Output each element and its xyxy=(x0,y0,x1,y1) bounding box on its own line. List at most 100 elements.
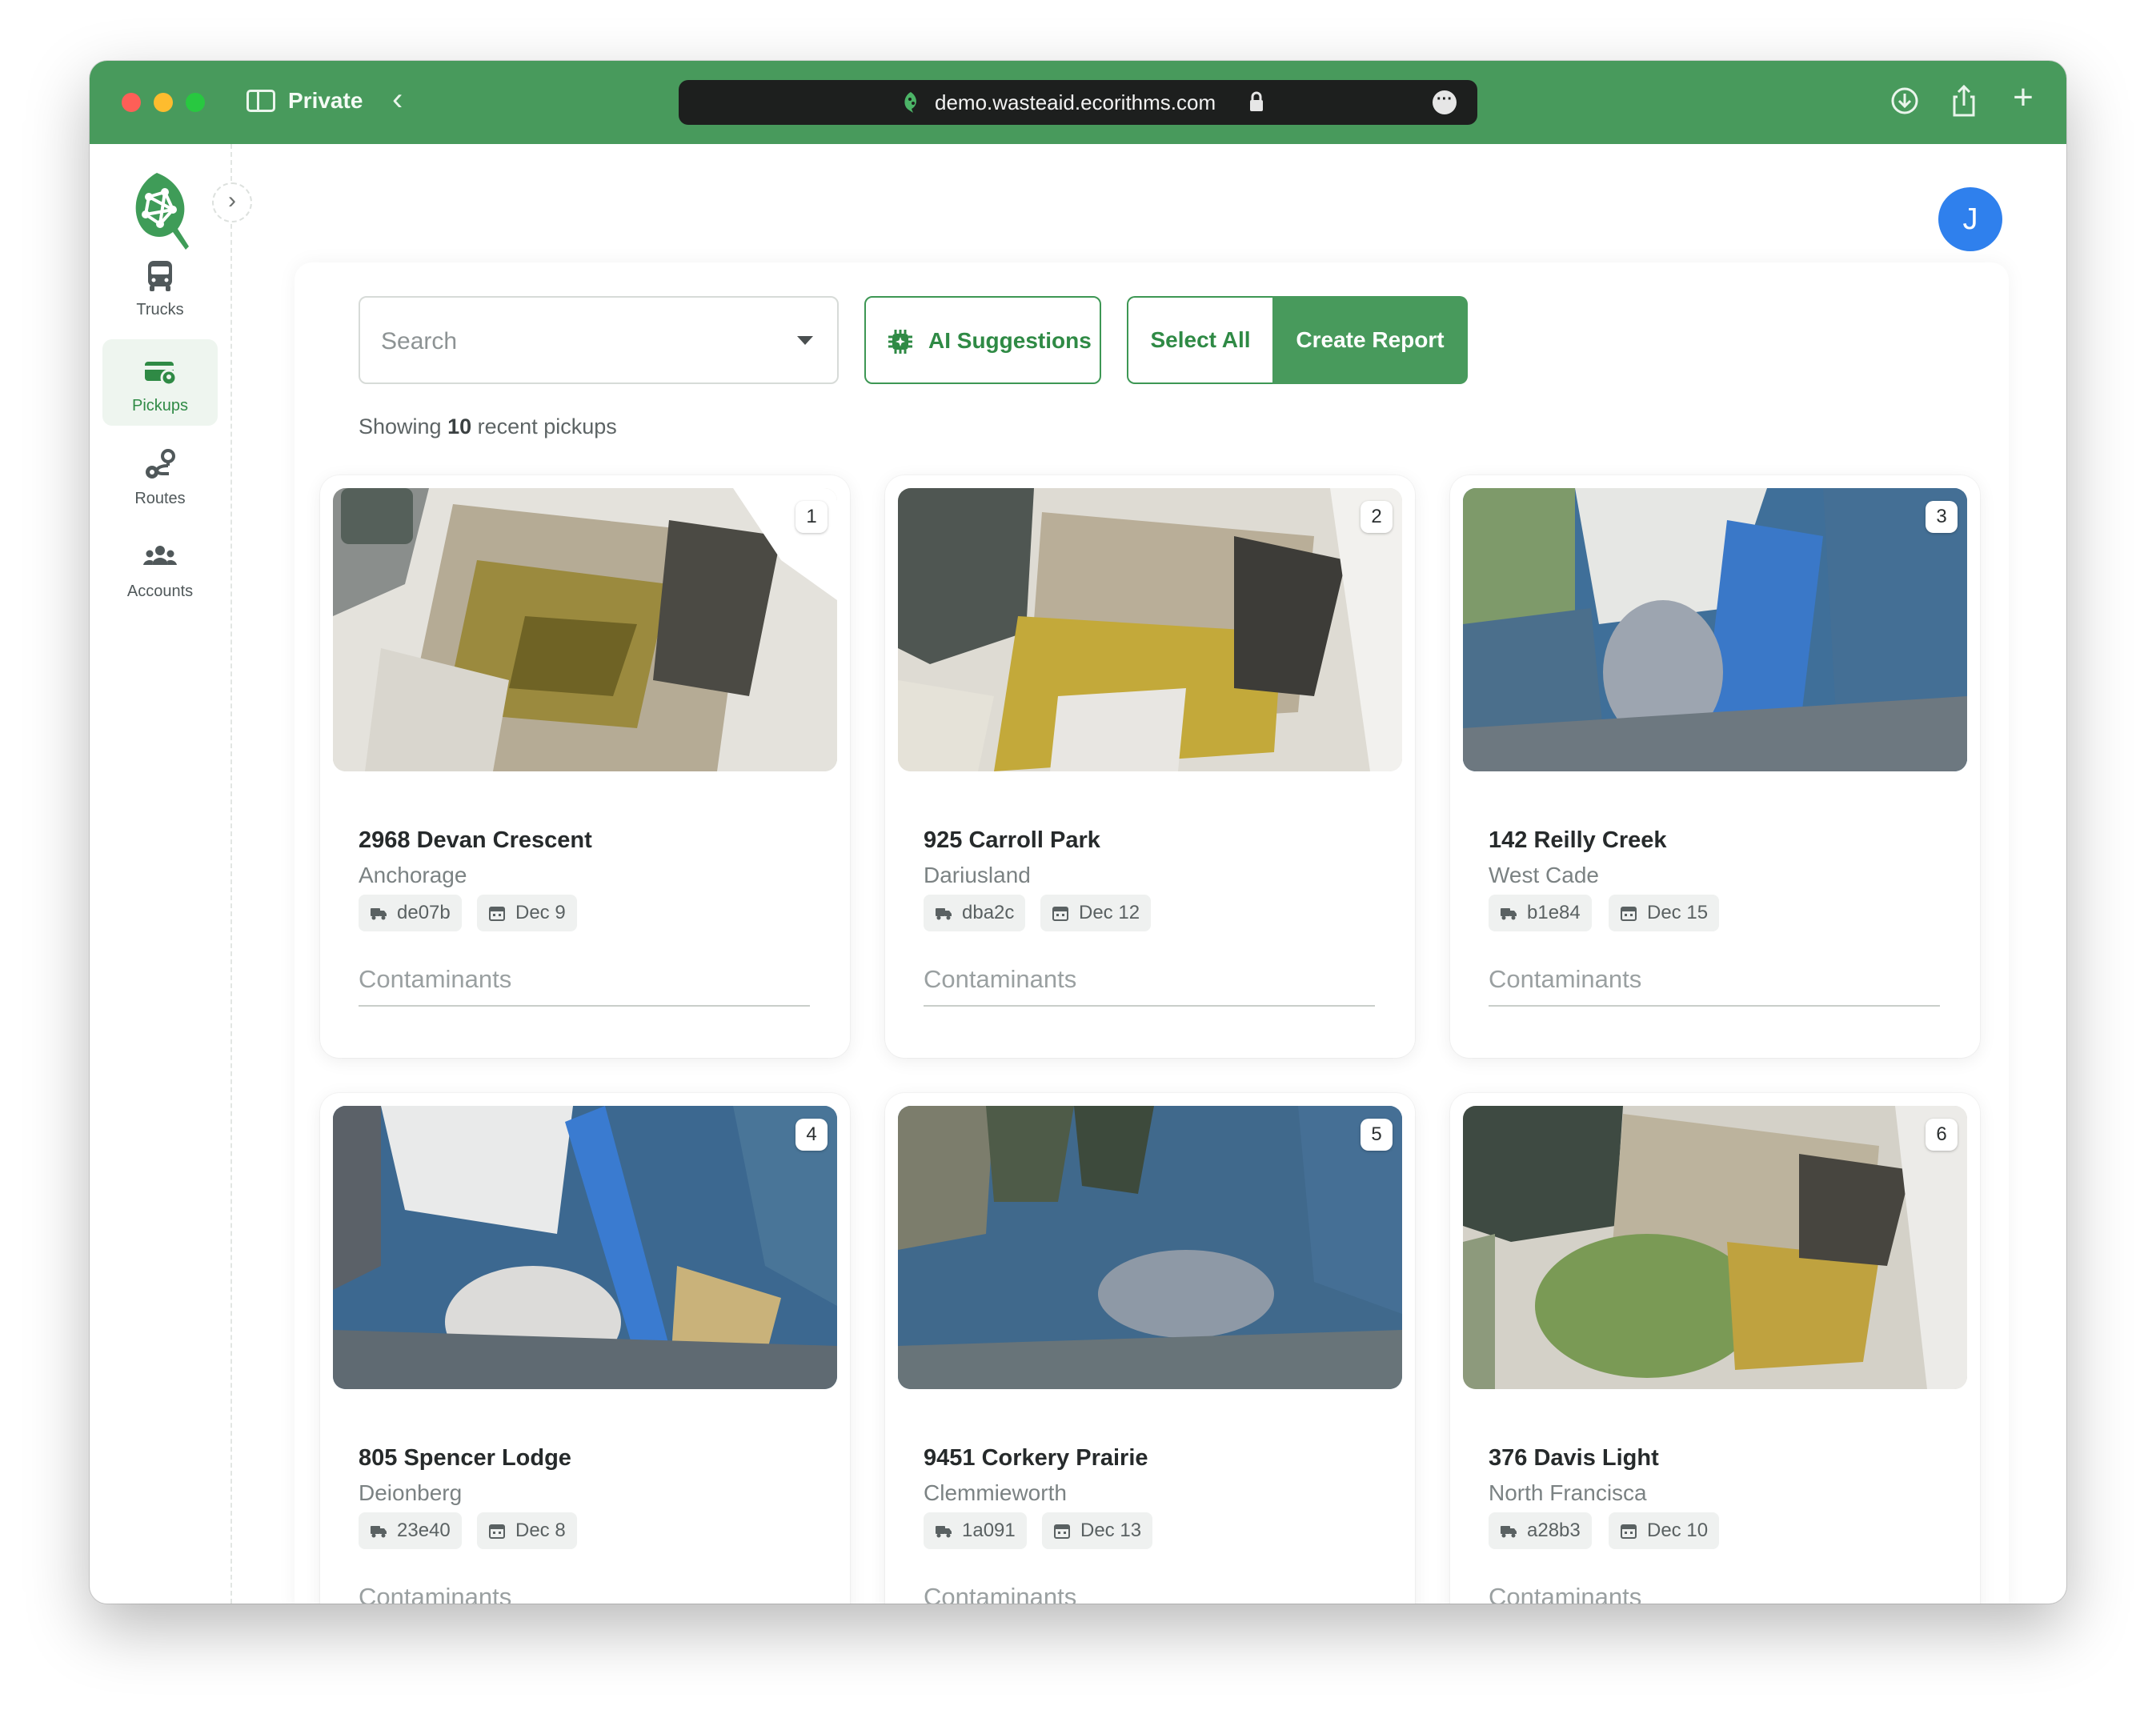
create-report-button[interactable]: Create Report xyxy=(1272,296,1468,384)
results-summary: Showing 10 recent pickups xyxy=(359,414,617,439)
date-chip: Dec 13 xyxy=(1042,1512,1153,1549)
pickup-card[interactable]: 2 925 Carroll Park Dariusland dba2c Dec … xyxy=(885,475,1415,1058)
pickup-date: Dec 10 xyxy=(1647,1520,1709,1541)
user-avatar[interactable]: J xyxy=(1938,187,2002,251)
new-tab-icon[interactable]: + xyxy=(2007,80,2039,117)
pickup-date: Dec 12 xyxy=(1079,902,1140,923)
users-icon xyxy=(143,546,177,565)
search-placeholder: Search xyxy=(381,328,458,354)
truck-chip: a28b3 xyxy=(1489,1512,1592,1549)
pickup-index-badge: 2 xyxy=(1361,501,1393,533)
download-icon[interactable] xyxy=(1889,83,1921,118)
contaminants-input[interactable]: Contaminants xyxy=(359,1570,810,1604)
calendar-icon xyxy=(1054,1524,1070,1539)
chevron-down-icon xyxy=(797,336,813,345)
truck-chip: dba2c xyxy=(924,895,1026,931)
ai-chip-icon xyxy=(888,330,912,354)
contaminants-placeholder: Contaminants xyxy=(359,965,512,993)
pickup-card[interactable]: 3 142 Reilly Creek West Cade b1e84 Dec 1… xyxy=(1450,475,1980,1058)
truck-icon xyxy=(936,1526,952,1538)
search-select[interactable]: Search xyxy=(359,296,839,384)
sidebar-item-routes[interactable]: Routes xyxy=(102,432,218,519)
pickup-city: Clemmieworth xyxy=(924,1480,1067,1505)
summary-count: 10 xyxy=(447,414,472,439)
summary-suffix: recent pickups xyxy=(477,414,617,439)
pickup-card[interactable]: 4 805 Spencer Lodge Deionberg 23e40 Dec … xyxy=(320,1093,850,1604)
pickup-card[interactable]: 1 2968 Devan Crescent Anchorage de07b De… xyxy=(320,475,850,1058)
contaminants-placeholder: Contaminants xyxy=(359,1583,512,1604)
date-chip: Dec 12 xyxy=(1040,895,1152,931)
page-menu-icon[interactable]: ··· xyxy=(1433,90,1457,114)
truck-id: 23e40 xyxy=(397,1520,451,1541)
truck-icon xyxy=(1501,1526,1517,1538)
share-icon[interactable] xyxy=(1948,83,1980,118)
back-arrow-icon[interactable]: ‹ xyxy=(392,83,403,115)
contaminants-placeholder: Contaminants xyxy=(1489,1583,1642,1604)
pickup-photo[interactable]: 2 xyxy=(898,488,1402,771)
truck-id: dba2c xyxy=(962,902,1015,923)
sidebar-item-label: Accounts xyxy=(126,583,194,600)
pickup-city: West Cade xyxy=(1489,863,1599,887)
wasteaid-logo xyxy=(135,173,189,250)
date-chip: Dec 10 xyxy=(1609,1512,1720,1549)
ai-suggestions-button[interactable]: AI Suggestions xyxy=(864,296,1101,384)
truck-chip: b1e84 xyxy=(1489,895,1592,931)
browser-titlebar: Private ‹ demo.wasteaid.ecorithms.com ··… xyxy=(90,61,2066,144)
minimize-window-button[interactable] xyxy=(154,93,173,112)
pickup-card[interactable]: 6 376 Davis Light North Francisca a28b3 … xyxy=(1450,1093,1980,1604)
app-sidebar: › Trucks Pickups Routes Accounts xyxy=(90,144,252,1604)
truck-id: de07b xyxy=(397,902,451,923)
contaminants-placeholder: Contaminants xyxy=(924,965,1077,993)
truck-id: 1a091 xyxy=(962,1520,1016,1541)
date-chip: Dec 9 xyxy=(477,895,577,931)
site-leaf-icon xyxy=(904,92,916,113)
contaminants-placeholder: Contaminants xyxy=(1489,965,1642,993)
select-all-button[interactable]: Select All xyxy=(1127,296,1272,384)
sidebar-item-pickups[interactable]: Pickups xyxy=(102,339,218,426)
truck-icon xyxy=(371,908,387,920)
pickup-photo[interactable]: 4 xyxy=(333,1106,837,1389)
calendar-icon xyxy=(489,1524,505,1539)
truck-id: a28b3 xyxy=(1527,1520,1581,1541)
truck-icon xyxy=(371,1526,387,1538)
truck-icon xyxy=(936,908,952,920)
pickup-photo[interactable]: 3 xyxy=(1463,488,1967,771)
truck-chip: de07b xyxy=(359,895,462,931)
pickup-photo[interactable]: 5 xyxy=(898,1106,1402,1389)
truck-chip: 1a091 xyxy=(924,1512,1027,1549)
pickups-icon xyxy=(145,362,178,386)
truck-id: b1e84 xyxy=(1527,902,1581,923)
pickup-city: Dariusland xyxy=(924,863,1031,887)
date-chip: Dec 15 xyxy=(1609,895,1720,931)
contaminants-input[interactable]: Contaminants xyxy=(1489,952,1940,1007)
contaminants-input[interactable]: Contaminants xyxy=(924,1570,1375,1604)
pickup-photo[interactable]: 6 xyxy=(1463,1106,1967,1389)
pickup-address: 805 Spencer Lodge xyxy=(359,1445,571,1471)
pickup-index-badge: 6 xyxy=(1926,1119,1958,1151)
pickup-date: Dec 13 xyxy=(1080,1520,1142,1541)
pickup-index-badge: 4 xyxy=(795,1119,828,1151)
route-icon xyxy=(146,449,175,479)
browser-sidebar-icon[interactable] xyxy=(246,90,275,112)
sidebar-item-trucks[interactable]: Trucks xyxy=(102,243,218,330)
calendar-icon xyxy=(1621,1524,1637,1539)
truck-chip: 23e40 xyxy=(359,1512,462,1549)
contaminants-input[interactable]: Contaminants xyxy=(359,952,810,1007)
pickup-photo[interactable]: 1 xyxy=(333,488,837,771)
pickup-date: Dec 15 xyxy=(1647,902,1709,923)
contaminants-placeholder: Contaminants xyxy=(924,1583,1077,1604)
contaminants-input[interactable]: Contaminants xyxy=(924,952,1375,1007)
sidebar-item-label: Routes xyxy=(134,490,186,507)
address-bar[interactable]: demo.wasteaid.ecorithms.com ··· xyxy=(679,80,1477,125)
contaminants-input[interactable]: Contaminants xyxy=(1489,1570,1940,1604)
pickup-city: Deionberg xyxy=(359,1480,463,1505)
pickup-card[interactable]: 5 9451 Corkery Prairie Clemmieworth 1a09… xyxy=(885,1093,1415,1604)
close-window-button[interactable] xyxy=(122,93,141,112)
sidebar-collapse-button[interactable]: › xyxy=(212,182,252,222)
pickup-date: Dec 9 xyxy=(515,902,566,923)
truck-icon xyxy=(1501,908,1517,920)
calendar-icon xyxy=(489,907,505,921)
zoom-window-button[interactable] xyxy=(186,93,205,112)
calendar-icon xyxy=(1052,907,1068,921)
sidebar-item-accounts[interactable]: Accounts xyxy=(102,525,218,611)
